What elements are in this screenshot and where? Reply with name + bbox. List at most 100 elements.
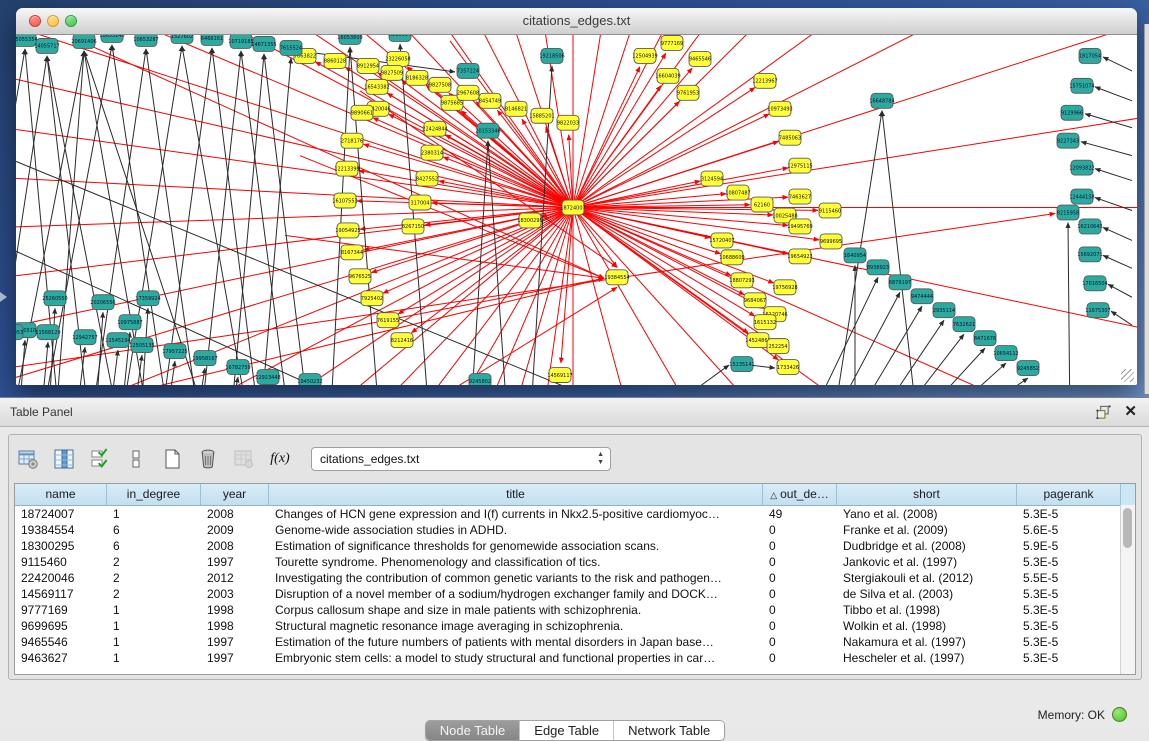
function-builder-icon[interactable]: f(x) (267, 446, 293, 472)
graph-node-label: 1640954 (844, 253, 866, 259)
graph-node-label: 19756928 (772, 285, 797, 291)
table-settings-icon[interactable] (15, 446, 41, 472)
graph-node-label: 15692071 (1077, 252, 1102, 258)
table-row[interactable]: 1938455462009Genome-wide association stu… (15, 522, 1135, 538)
new-table-icon[interactable] (159, 446, 185, 472)
table-select-dropdown[interactable]: citations_edges.txt ▲▼ (311, 447, 611, 471)
graph-node-label: 9115460 (819, 208, 841, 214)
table-scrollbar-thumb[interactable] (1123, 508, 1132, 548)
graph-node-label: 12444158 (1069, 194, 1094, 200)
graph-node-label: 9827508 (429, 83, 451, 89)
graph-node-label: 7357224 (457, 69, 479, 75)
table-row[interactable]: 969969511998Structural magnetic resonanc… (15, 618, 1135, 634)
graph-node-label: 1817054 (1079, 54, 1101, 60)
table-cell: 2 (107, 570, 201, 586)
graph-node-label: 62160 (754, 202, 770, 208)
window-titlebar[interactable]: citations_edges.txt (16, 8, 1137, 35)
graph-node-label: 8454749 (479, 99, 501, 105)
graph-node-label: 15720407 (709, 238, 734, 244)
table-scrollbar[interactable] (1120, 505, 1135, 674)
graph-node-label: 8212416 (391, 338, 413, 344)
graph-node-label: 10719185 (228, 39, 253, 45)
citation-network-graph[interactable]: 1872400718300295193845547663822886012889… (16, 35, 1137, 385)
column-header-year[interactable]: year (201, 484, 269, 505)
table-row[interactable]: 1456911722003Disruption of a novel membe… (15, 586, 1135, 602)
dropdown-arrows-icon: ▲▼ (597, 451, 604, 467)
column-header-title[interactable]: title (269, 484, 763, 505)
graph-node-label: 18807293 (729, 278, 754, 284)
table-row[interactable]: 1830029562008Estimation of significance … (15, 538, 1135, 554)
column-header-out_de[interactable]: △out_de… (763, 484, 837, 505)
column-header-pagerank[interactable]: pagerank (1017, 484, 1121, 505)
table-cell: 5.3E-5 (1017, 602, 1121, 618)
graph-node-label: 2935114 (933, 308, 955, 314)
node-table: namein_degreeyeartitle△out_de…shortpager… (14, 483, 1136, 675)
table-panel-header[interactable]: Table Panel ✕ (0, 398, 1149, 427)
graph-node-label: 8167344 (341, 250, 363, 256)
graph-node-label: 8215958 (1057, 210, 1079, 216)
table-cell: 2003 (201, 586, 269, 602)
table-cell: 5.3E-5 (1017, 506, 1121, 522)
table-toolbar: f(x) citations_edges.txt ▲▼ (15, 441, 611, 477)
graph-node-label: 2380314 (421, 150, 443, 156)
column-header-name[interactable]: name (15, 484, 107, 505)
table-row[interactable]: 946554611997Estimation of the future num… (15, 634, 1135, 650)
graph-node-label: 9245852 (1017, 366, 1039, 372)
graph-node-label: 16543382 (364, 85, 389, 91)
graph-node-label: 17359924 (135, 296, 160, 302)
table-row[interactable]: 946362711997Embryonic stem cells: a mode… (15, 650, 1135, 666)
row-height-icon[interactable] (123, 446, 149, 472)
table-cell: 0 (763, 634, 837, 650)
table-cell: 0 (763, 602, 837, 618)
graph-node-label: 252254 (768, 344, 787, 350)
graph-node-label: 9822033 (557, 121, 579, 127)
column-header-short[interactable]: short (837, 484, 1017, 505)
graph-node-label: 12505135 (129, 343, 154, 349)
table-cell: 0 (763, 618, 837, 634)
graph-node-label: 10653287 (133, 37, 158, 43)
graph-node-label: 1527602 (171, 35, 193, 40)
table-row[interactable]: 1872400712008Changes of HCN gene express… (15, 506, 1135, 522)
graph-node-label: 9146821 (505, 107, 527, 113)
table-row[interactable]: 977716911998Corpus callosum shape and si… (15, 602, 1135, 618)
table-cell: de Silva et al. (2003) (837, 586, 1017, 602)
table-row[interactable]: 2242004622012Investigating the contribut… (15, 570, 1135, 586)
table-cell: 18300295 (15, 538, 107, 554)
graph-node-label: 9684067 (744, 298, 766, 304)
graph-node-label: 9699695 (820, 239, 842, 245)
graph-node-label: 9474444 (911, 294, 933, 300)
table-cell: Wolkin et al. (1998) (837, 618, 1017, 634)
column-header-in_degree[interactable]: in_degree (107, 484, 201, 505)
delete-table-icon[interactable] (195, 446, 221, 472)
graph-node-label: 12942757 (72, 335, 97, 341)
show-column-icon[interactable] (51, 446, 77, 472)
graph-node-label: 2967608 (457, 91, 479, 97)
table-cell: 1 (107, 634, 201, 650)
select-rows-icon[interactable] (87, 446, 113, 472)
table-cell: 5.3E-5 (1017, 554, 1121, 570)
graph-node-label: 9676525 (349, 274, 371, 280)
table-row[interactable]: 911546021997Tourette syndrome. Phenomeno… (15, 554, 1135, 570)
graph-node-label: 14569117 (547, 373, 572, 379)
table-cell: 1 (107, 506, 201, 522)
close-panel-icon[interactable]: ✕ (1124, 402, 1137, 420)
fx-label: f(x) (270, 451, 289, 467)
graph-node-label: 11545194 (105, 338, 130, 344)
float-panel-icon[interactable] (1096, 405, 1111, 420)
resize-grip[interactable] (1121, 369, 1134, 382)
panel-collapse-handle[interactable] (0, 292, 7, 302)
table-cell: 9465546 (15, 634, 107, 650)
table-cell: 1998 (201, 602, 269, 618)
table-cell: 0 (763, 586, 837, 602)
graph-node-label: 20153346 (475, 129, 500, 135)
table-cell: 0 (763, 522, 837, 538)
table-cell: Estimation of significance thresholds fo… (269, 538, 763, 554)
table-cell: Changes of HCN gene expression and I(f) … (269, 506, 763, 522)
network-canvas[interactable]: 1872400718300295193845547663822886012889… (16, 35, 1137, 385)
background-panel-edge (1144, 24, 1149, 394)
table-cell: 19384554 (15, 522, 107, 538)
graph-node-label: 8267150 (402, 224, 424, 230)
table-cell: 0 (763, 538, 837, 554)
graph-node-label: 9827509 (381, 71, 403, 77)
graph-node-label: 10973493 (767, 107, 792, 113)
